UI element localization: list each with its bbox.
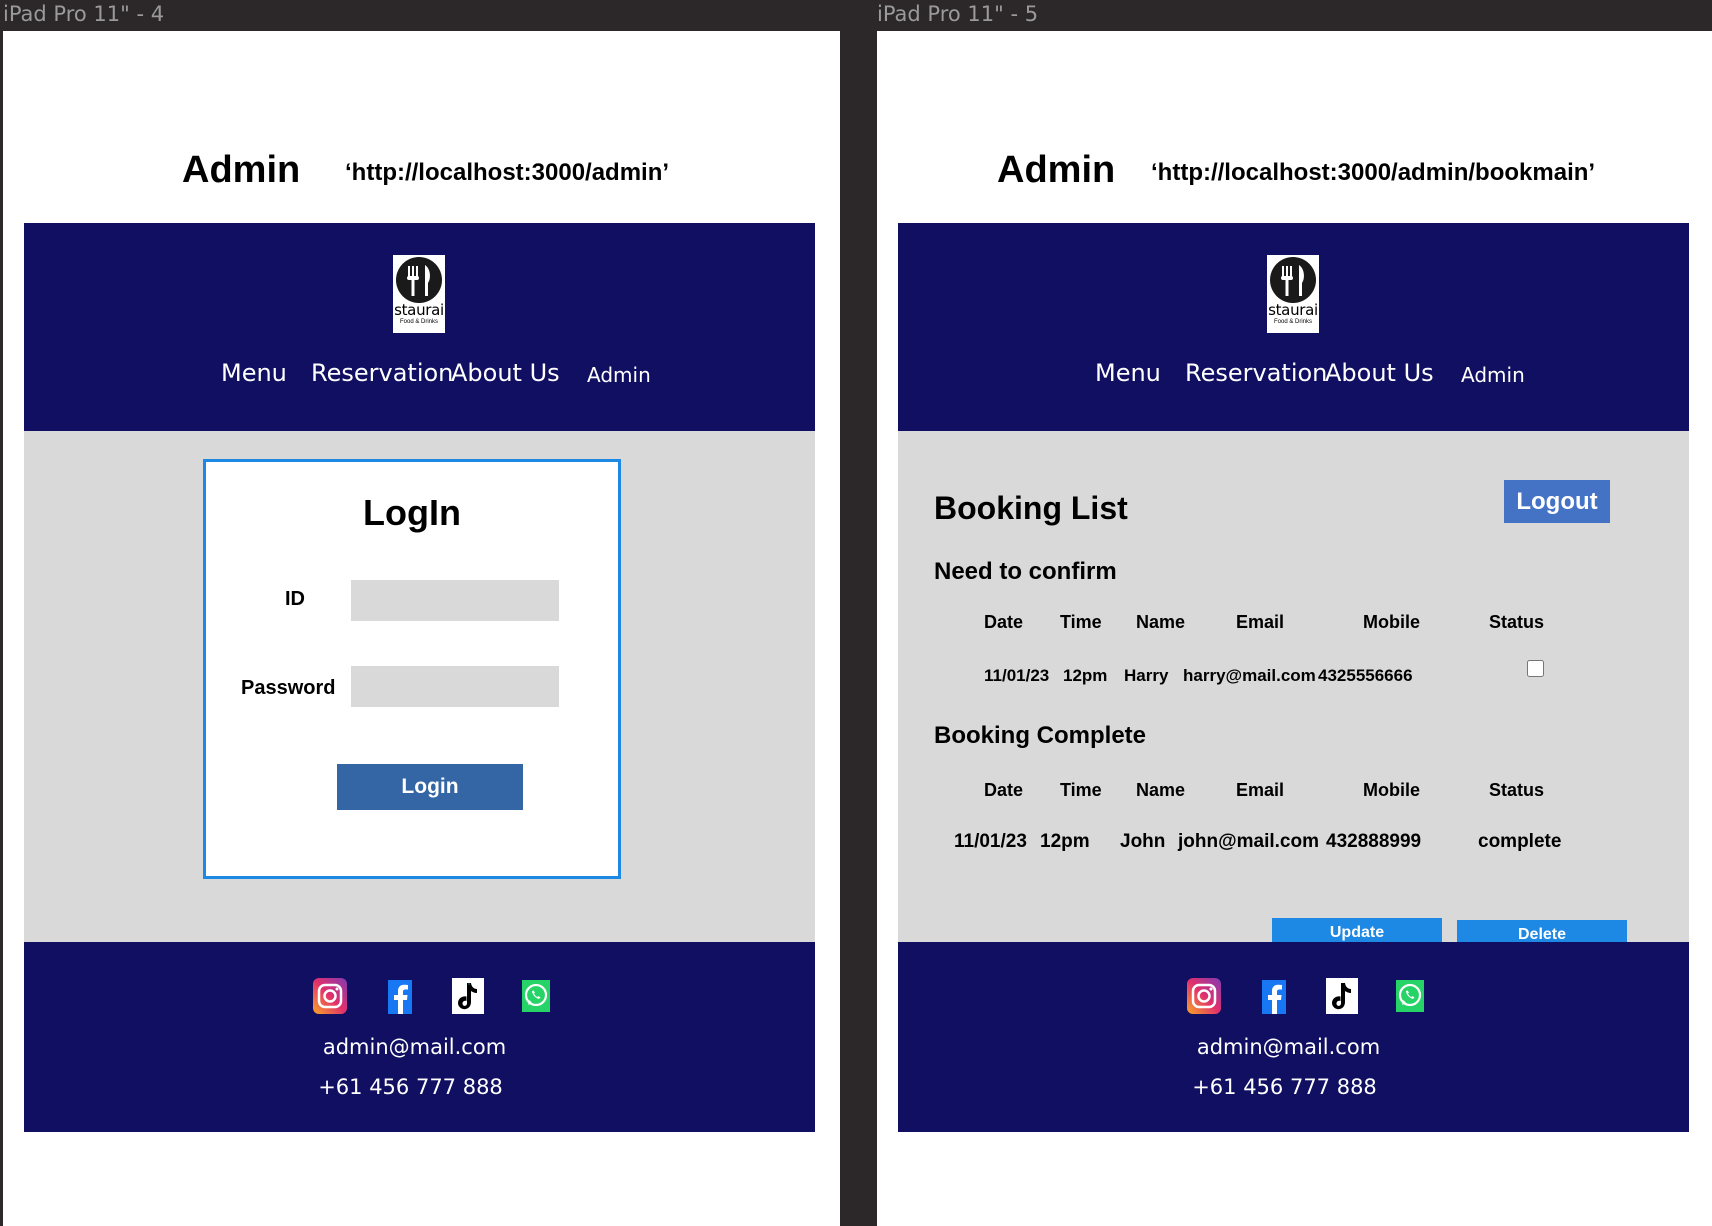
frame-label-login: iPad Pro 11" - 4 — [3, 2, 165, 26]
col-email: Email — [1236, 780, 1285, 800]
col-mobile: Mobile — [1363, 780, 1420, 800]
site-footer: admin@mail.com +61 456 777 888 — [24, 942, 815, 1132]
col-email: Email — [1236, 612, 1285, 632]
frame-admin-bookmain: Admin ‘http://localhost:3000/admin/bookm… — [877, 31, 1712, 1226]
col-time: Time — [1060, 612, 1102, 632]
cell-email: john@mail.com — [1178, 831, 1319, 852]
col-date: Date — [984, 780, 1024, 800]
nav-reservation[interactable]: Reservation — [311, 359, 453, 387]
login-title: LogIn — [363, 492, 461, 533]
booking-list-title: Booking List — [934, 490, 1128, 526]
nav-about-us[interactable]: About Us — [451, 359, 560, 387]
site-header: staurai Food & Drinks Menu Reservation A… — [24, 223, 815, 431]
frame-label-booking: iPad Pro 11" - 5 — [877, 2, 1039, 26]
whatsapp-icon[interactable] — [518, 976, 554, 1016]
cell-date: 11/01/23 — [954, 831, 1027, 852]
cell-name: Harry — [1124, 666, 1169, 685]
login-content: LogIn ID Password Login — [24, 431, 815, 942]
col-date: Date — [984, 612, 1024, 632]
cell-mobile: 4325556666 — [1318, 666, 1413, 685]
nav-menu[interactable]: Menu — [221, 359, 287, 387]
site-footer: admin@mail.com +61 456 777 888 — [898, 942, 1689, 1132]
fork-knife-icon — [1270, 257, 1316, 303]
page-title: Admin — [997, 149, 1116, 191]
password-label: Password — [241, 677, 336, 699]
page-title: Admin — [182, 149, 301, 191]
footer-phone: +61 456 777 888 — [318, 1075, 503, 1099]
fork-knife-icon — [396, 257, 442, 303]
cell-date: 11/01/23 — [984, 666, 1050, 685]
nav-reservation[interactable]: Reservation — [1185, 359, 1327, 387]
confirm-checkbox[interactable] — [1527, 658, 1544, 679]
logo-subtext: Food & Drinks — [399, 319, 438, 325]
nav-admin[interactable]: Admin — [1461, 363, 1525, 387]
whatsapp-icon[interactable] — [1392, 976, 1428, 1016]
cell-name: John — [1120, 831, 1166, 852]
frame-admin-login: Admin ‘http://localhost:3000/admin’ stau… — [3, 31, 840, 1226]
booking-content: Booking List Logout Need to confirm Date… — [898, 431, 1689, 950]
restaurant-logo[interactable]: staurai Food & Drinks — [393, 255, 445, 333]
col-name: Name — [1136, 612, 1186, 632]
page-url: ‘http://localhost:3000/admin’ — [345, 159, 670, 186]
col-time: Time — [1060, 780, 1102, 800]
col-name: Name — [1136, 780, 1186, 800]
site-header: staurai Food & Drinks Menu Reservation A… — [898, 223, 1689, 431]
nav-menu[interactable]: Menu — [1095, 359, 1161, 387]
logo-subtext: Food & Drinks — [1273, 319, 1312, 325]
facebook-icon[interactable] — [383, 976, 419, 1016]
footer-email: admin@mail.com — [1196, 1035, 1381, 1059]
col-mobile: Mobile — [1363, 612, 1420, 632]
footer-phone: +61 456 777 888 — [1192, 1075, 1377, 1099]
nav-about-us[interactable]: About Us — [1325, 359, 1434, 387]
col-status: Status — [1489, 780, 1545, 800]
booking-complete-heading: Booking Complete — [934, 722, 1147, 749]
logout-button[interactable]: Logout — [1504, 480, 1610, 523]
id-input[interactable] — [351, 580, 559, 621]
login-form: LogIn ID Password Login — [203, 459, 621, 879]
footer-email: admin@mail.com — [322, 1035, 507, 1059]
id-label: ID — [285, 588, 305, 610]
facebook-icon[interactable] — [1257, 976, 1293, 1016]
restaurant-logo[interactable]: staurai Food & Drinks — [1267, 255, 1319, 333]
instagram-icon[interactable] — [312, 976, 348, 1016]
logo-text: staurai — [1268, 301, 1318, 319]
need-to-confirm-heading: Need to confirm — [934, 558, 1117, 585]
logo-text: staurai — [394, 301, 444, 319]
password-input[interactable] — [351, 666, 559, 707]
tiktok-icon[interactable] — [450, 976, 486, 1016]
cell-status: complete — [1478, 831, 1562, 852]
col-status: Status — [1489, 612, 1545, 632]
cell-email: harry@mail.com — [1183, 666, 1316, 685]
login-button[interactable]: Login — [337, 764, 523, 810]
nav-admin[interactable]: Admin — [587, 363, 651, 387]
cell-time: 12pm — [1040, 831, 1090, 852]
page-url: ‘http://localhost:3000/admin/bookmain’ — [1151, 159, 1596, 186]
cell-time: 12pm — [1063, 666, 1108, 685]
tiktok-icon[interactable] — [1324, 976, 1360, 1016]
instagram-icon[interactable] — [1186, 976, 1222, 1016]
cell-mobile: 432888999 — [1326, 831, 1422, 852]
